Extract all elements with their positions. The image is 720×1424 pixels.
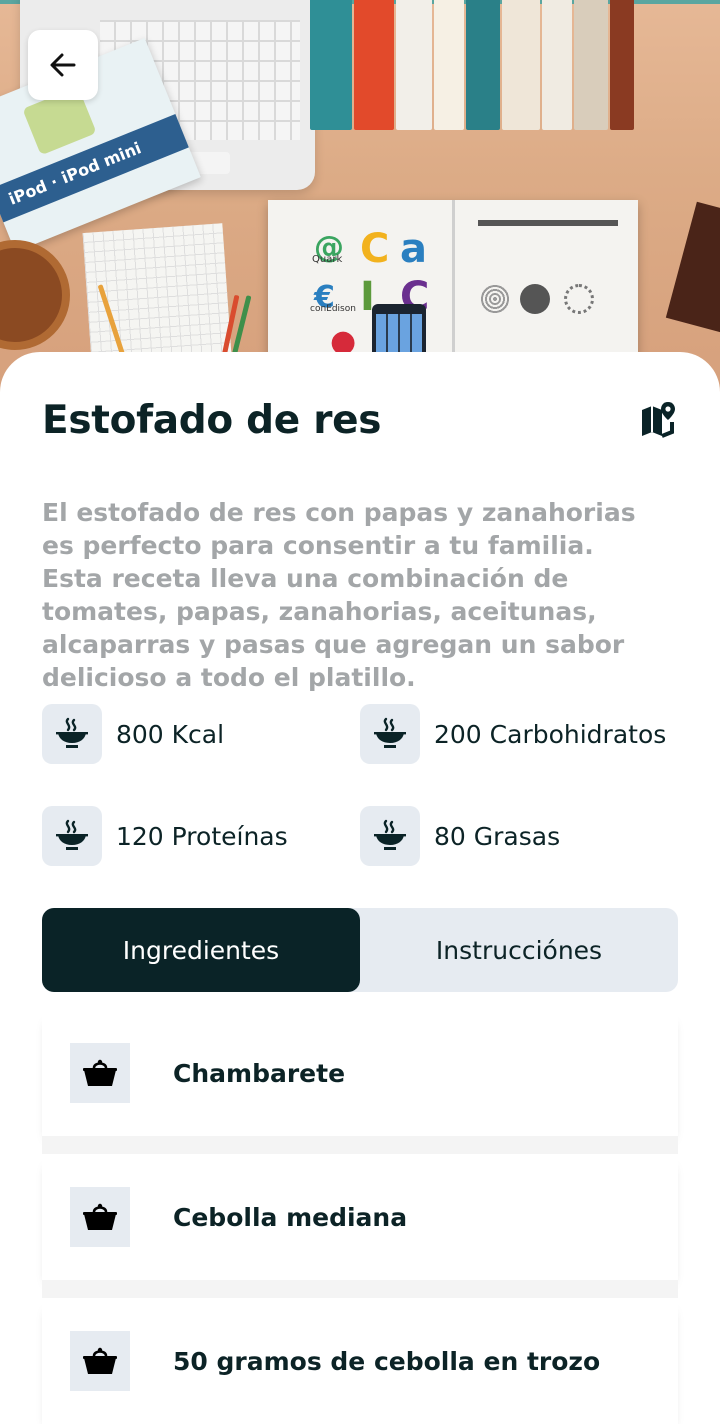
list-item[interactable]: 50 gramos de cebolla en trozo (42, 1298, 678, 1424)
ingredient-name: 50 gramos de cebolla en trozo (173, 1346, 601, 1376)
food-plate-icon (360, 704, 420, 764)
arrow-left-icon (50, 53, 76, 77)
ingredient-name: Cebolla mediana (173, 1202, 408, 1232)
tab-instructions[interactable]: Instrucciónes (360, 908, 678, 992)
recipe-title: Estofado de res (42, 398, 382, 443)
nutrition-label: 800 Kcal (116, 719, 225, 749)
hero-logo-conedison: conEdison (310, 304, 356, 314)
nutrition-item-carbs: 200 Carbohidratos (360, 704, 666, 764)
list-item[interactable]: Chambarete (42, 1010, 678, 1136)
nutrition-label: 120 Proteínas (116, 821, 288, 851)
nutrition-item-protein: 120 Proteínas (42, 806, 288, 866)
food-plate-icon (42, 704, 102, 764)
nutrition-label: 200 Carbohidratos (434, 719, 667, 749)
nutrition-label: 80 Grasas (434, 821, 561, 851)
hero-books (310, 0, 640, 130)
hero-logo-quark: Quark (312, 254, 343, 265)
hero-coaster (0, 240, 70, 350)
basket-icon (70, 1043, 130, 1103)
ingredient-name: Chambarete (173, 1058, 346, 1088)
hero-book-right (665, 201, 720, 339)
hero-image: iPod · iPod mini @ C a Quark € I C conEd… (0, 0, 720, 400)
map-location-button[interactable] (638, 400, 678, 440)
food-plate-icon (42, 806, 102, 866)
back-button[interactable] (28, 30, 98, 100)
food-plate-icon (360, 806, 420, 866)
basket-icon (70, 1187, 130, 1247)
nutrition-item-fat: 80 Grasas (360, 806, 560, 866)
recipe-description: El estofado de res con papas y zanahoria… (42, 498, 636, 692)
basket-icon (70, 1331, 130, 1391)
tab-ingredients[interactable]: Ingredientes (42, 908, 360, 992)
recipe-tabs: Ingredientes Instrucciónes (42, 908, 678, 992)
recipe-detail-sheet: Estofado de res El estofado de res con p… (0, 352, 720, 1424)
nutrition-item-kcal: 800 Kcal (42, 704, 224, 764)
map-pin-icon (642, 402, 675, 438)
list-item[interactable]: Cebolla mediana (42, 1154, 678, 1280)
